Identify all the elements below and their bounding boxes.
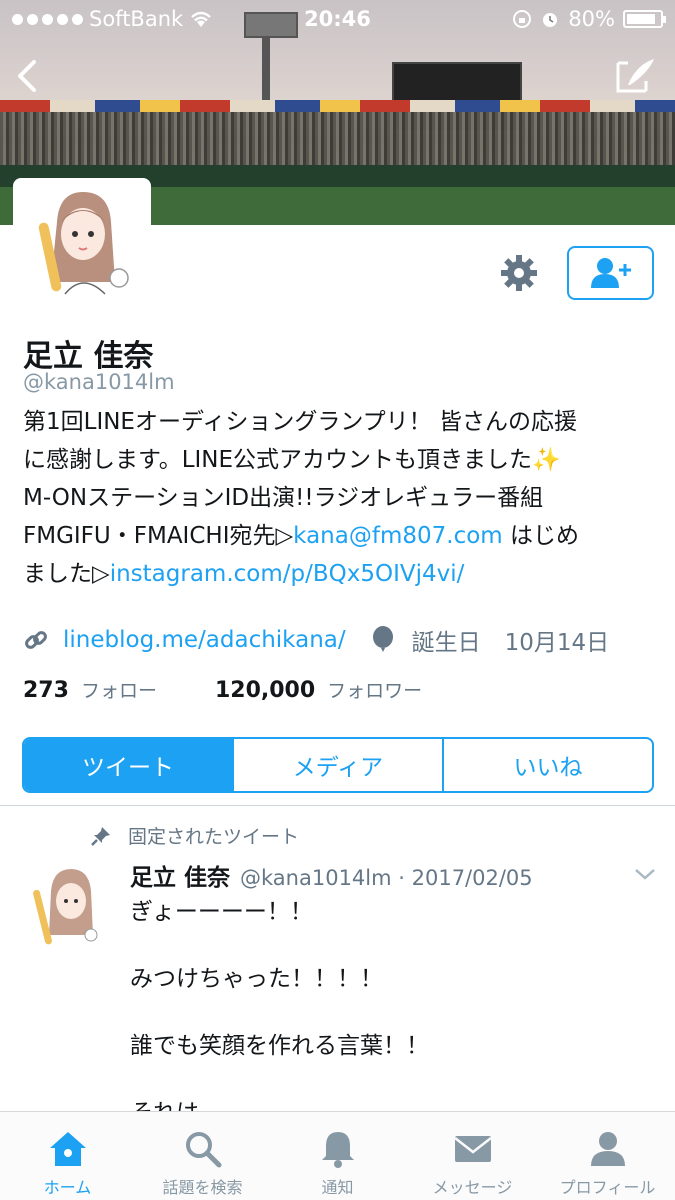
compose-icon <box>616 59 654 93</box>
tab-tweets[interactable]: ツイート <box>24 739 232 791</box>
tweet-line: ぎょーーーー！！ <box>130 899 313 925</box>
tweet-line: それは <box>130 1094 630 1112</box>
tabbar-label: 通知 <box>321 1178 354 1197</box>
divider <box>0 805 675 806</box>
profile-url[interactable]: lineblog.me/adachikana/ <box>63 627 346 653</box>
back-button[interactable] <box>10 56 46 96</box>
profile-meta: lineblog.me/adachikana/ 誕生日 10月14日 <box>23 622 663 658</box>
alarm-icon <box>543 13 558 27</box>
search-icon <box>185 1132 221 1168</box>
tabbar-messages[interactable]: メッセージ <box>405 1112 540 1200</box>
tabbar-label: 話題を検索 <box>162 1178 243 1197</box>
person-icon <box>590 1132 625 1166</box>
tabbar-notifications[interactable]: 通知 <box>270 1112 405 1200</box>
add-user-icon <box>590 258 631 288</box>
follow-counts: 273 フォロー 120,000 フォロワー <box>23 676 422 703</box>
profile-handle: @kana1014lm <box>23 370 175 394</box>
avatar-illustration <box>17 182 147 312</box>
tabbar-profile[interactable]: プロフィール <box>540 1112 675 1200</box>
bio-text: ました▷ <box>23 561 110 587</box>
follow-button[interactable] <box>567 246 654 300</box>
birthday-label: 誕生日 <box>411 630 481 656</box>
tabbar-search[interactable]: 話題を検索 <box>135 1112 270 1200</box>
bio-line: M-ONステーションID出演!!ラジオレギュラー番組 <box>23 485 544 511</box>
bio-line: FMGIFU・FMAICHI宛先▷kana@fm807.com はじめ <box>23 517 643 555</box>
pin-icon <box>91 826 110 846</box>
bio-line: 第1回LINEオーディショングランプリ！ 皆さんの応援 <box>23 409 577 435</box>
balloon-icon <box>372 626 393 652</box>
tweet-text[interactable]: ぎょーーーー！！ みつけちゃった！！！！ 誰でも笑顔を作れる言葉！！ それは <box>130 893 630 1112</box>
tweet-meta: @kana1014lm · 2017/02/05 <box>240 866 533 890</box>
tab-likes[interactable]: いいね <box>442 739 652 791</box>
profile-bio: 第1回LINEオーディショングランプリ！ 皆さんの応援 に感謝します。LINE公… <box>23 403 643 593</box>
tweet-line: みつけちゃった！！！！ <box>130 966 383 992</box>
followers-count: 120,000 <box>214 678 316 703</box>
tabbar-label: ホーム <box>43 1178 92 1197</box>
bio-line: に感謝します。LINE公式アカウントも頂きました✨ <box>23 447 561 473</box>
bell-icon <box>321 1132 354 1168</box>
battery-icon <box>623 10 666 28</box>
chevron-down-icon[interactable] <box>633 864 657 884</box>
following-stat[interactable]: 273 フォロー <box>23 676 157 703</box>
followers-label: フォロワー <box>327 680 423 702</box>
following-count: 273 <box>23 678 69 703</box>
profile-tabs: ツイート メディア いいね <box>22 737 654 793</box>
tab-media[interactable]: メディア <box>232 739 442 791</box>
tabbar-label: プロフィール <box>559 1178 656 1197</box>
link-icon <box>25 631 47 649</box>
tabbar-home[interactable]: ホーム <box>0 1112 135 1200</box>
rotation-lock-icon <box>513 10 532 28</box>
followers-stat[interactable]: 120,000 フォロワー <box>215 676 422 703</box>
battery-percent: 80% <box>568 7 615 31</box>
bio-text: はじめ <box>502 523 579 549</box>
tweet-line: 誰でも笑顔を作れる言葉！！ <box>130 1033 429 1059</box>
bottom-tab-bar: ホーム 話題を検索 通知 メッセージ プロフィール <box>0 1111 675 1200</box>
home-icon <box>49 1132 86 1166</box>
profile-avatar[interactable] <box>13 178 151 316</box>
status-bar: SoftBank 20:46 80% <box>0 0 675 40</box>
pinned-indicator: 固定されたツイート <box>90 822 299 849</box>
compose-tweet-button[interactable] <box>614 55 658 95</box>
bio-text: FMGIFU・FMAICHI宛先▷ <box>23 523 294 549</box>
email-link[interactable]: kana@fm807.com <box>293 523 503 549</box>
pinned-label: 固定されたツイート <box>128 826 300 848</box>
envelope-icon <box>453 1136 492 1162</box>
tweet-avatar[interactable] <box>33 865 103 955</box>
tweet-header: 足立 佳奈 @kana1014lm · 2017/02/05 <box>130 858 533 892</box>
chevron-left-icon <box>18 60 36 92</box>
settings-button[interactable] <box>499 253 539 293</box>
profile-name: 足立 佳奈 <box>23 339 154 374</box>
bio-line: ました▷instagram.com/p/BQx5OIVj4vi/ <box>23 555 643 593</box>
following-label: フォロー <box>80 680 157 702</box>
tweet-author-name[interactable]: 足立 佳奈 <box>130 858 230 892</box>
birthday-value: 10月14日 <box>504 630 610 656</box>
gear-icon <box>501 255 537 291</box>
instagram-link[interactable]: instagram.com/p/BQx5OIVj4vi/ <box>110 561 465 587</box>
tabbar-label: メッセージ <box>432 1178 513 1197</box>
